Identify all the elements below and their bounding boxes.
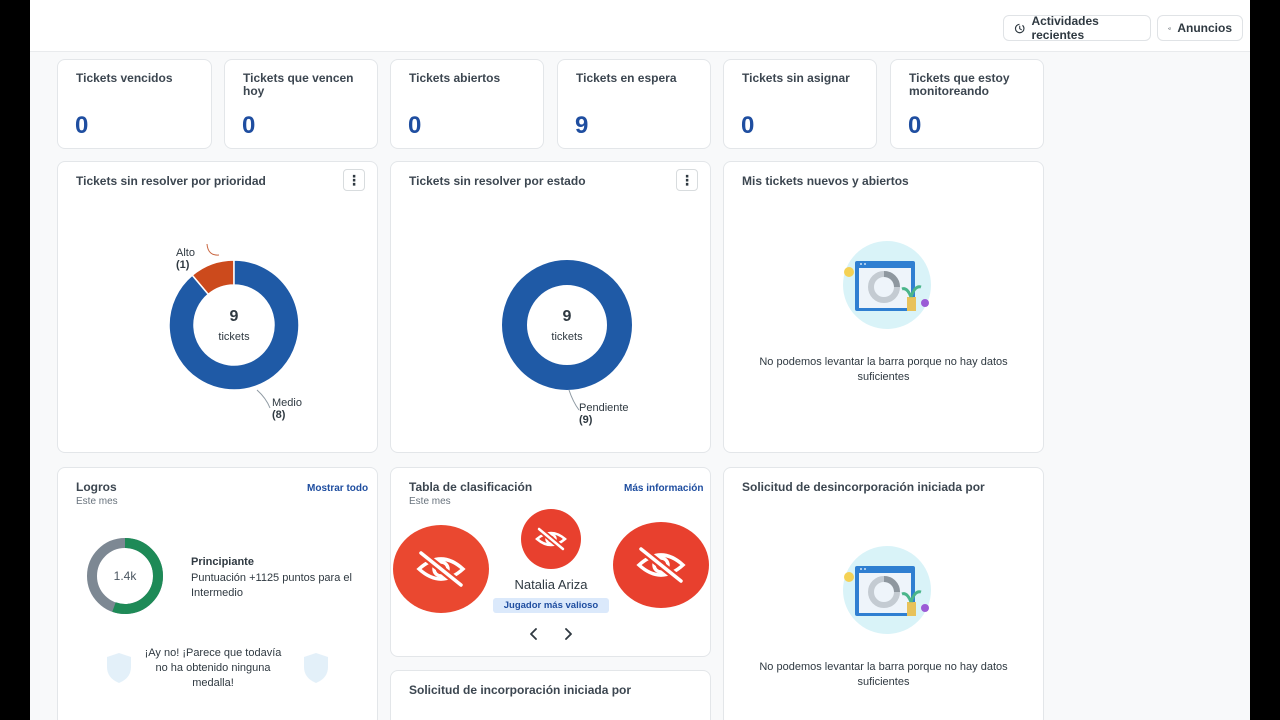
label-high: Alto (1) [176,247,195,271]
empty-line: suficientes [857,371,910,383]
kpi-value: 0 [908,112,922,139]
slice-label: Alto [176,247,195,259]
kpi-value: 0 [75,112,89,139]
announcements-label: Anuncios [1177,21,1232,35]
slice-count: (9) [579,414,593,426]
my-tickets-card: Mis tickets nuevos y abiertos No podemos… [723,161,1044,453]
priority-donut: 9 tickets [168,243,300,409]
show-all-link[interactable]: Mostrar todo [307,483,368,494]
card-title: Solicitud de incorporación iniciada por [409,683,632,697]
kpi-value: 9 [575,112,589,139]
achievement-ring: 1.4k [87,538,163,614]
level-name: Principiante [191,556,254,568]
slice-label: Medio [272,397,302,409]
empty-chart-illustration [843,546,931,634]
medal-line: medalla! [192,677,234,689]
onboarding-card: Solicitud de incorporación iniciada por [390,670,711,720]
more-info-link[interactable]: Más información [624,483,703,494]
megaphone-icon [1168,26,1171,30]
slice-count: (1) [176,259,190,271]
chevron-right-icon[interactable] [562,627,574,641]
leaderboard-card: Tabla de clasificación Este mes Más info… [390,467,711,657]
player-name: Natalia Ariza [514,577,588,592]
history-icon [1014,23,1025,33]
points-line: Puntuación +1125 puntos para el [191,572,352,584]
top-bar: Actividades recientes Anuncios [30,0,1250,52]
kpi-on-hold-card[interactable]: Tickets en espera 9 [557,59,711,149]
kpi-monitoring-card[interactable]: Tickets que estoy monitoreando 0 [890,59,1044,149]
kpi-label: Tickets en espera [576,71,677,85]
status-donut: 9 tickets [502,260,632,411]
kpi-label: Tickets abiertos [409,71,501,85]
kpi-label: Tickets que vencen hoy [243,71,354,98]
donut-slice-pendiente[interactable] [502,260,632,390]
mvp-badge: Jugador más valioso [493,598,609,613]
shield-icon [304,653,328,683]
label-pending: Pendiente (9) [579,402,629,426]
points-line: Intermedio [191,587,243,599]
announcements-button[interactable]: Anuncios [1157,15,1243,41]
kpi-value: 0 [741,112,755,139]
donut-center-value: 9 [230,308,239,325]
achievements-card: Logros Este mes Mostrar todo 1.4k Princi… [57,467,378,720]
donut-center-unit: tickets [551,331,583,343]
empty-state-message: No podemos levantar la barra porque no h… [744,660,1023,690]
shield-icon [107,653,131,683]
eye-off-icon [521,509,581,569]
empty-state-message: No podemos levantar la barra porque no h… [744,355,1023,385]
offboarding-card: Solicitud de desincorporación iniciada p… [723,467,1044,720]
kpi-overdue-card[interactable]: Tickets vencidos 0 [57,59,212,149]
empty-line: suficientes [857,676,910,688]
card-title: Mis tickets nuevos y abiertos [742,174,909,188]
no-medals-message: ¡Ay no! ¡Parece que todavía no ha obteni… [138,646,288,691]
kpi-label: Tickets que estoy monitoreando [909,71,1010,98]
label-medium: Medio (8) [272,397,302,421]
slice-label: Pendiente [579,402,629,414]
status-chart-card: Tickets sin resolver por estado ⋮ 9 tick… [390,161,711,453]
app-viewport: Actividades recientes Anuncios Tickets v… [30,0,1250,720]
card-title: Logros [76,480,117,494]
kpi-label: Tickets sin asignar [742,71,850,85]
donut-center-value: 9 [563,308,572,325]
chevron-left-icon[interactable] [528,627,540,641]
empty-chart-illustration [843,241,931,329]
kpi-unassigned-card[interactable]: Tickets sin asignar 0 [723,59,877,149]
card-subtitle: Este mes [409,496,451,507]
medal-line: no ha obtenido ninguna [155,662,271,674]
priority-chart-card: Tickets sin resolver por prioridad ⋮ 9 t… [57,161,378,453]
empty-line: No podemos levantar la barra porque no h… [759,661,1008,673]
recent-activities-button[interactable]: Actividades recientes [1003,14,1151,42]
eye-off-icon [613,522,709,608]
card-title: Tabla de clasificación [409,480,533,494]
empty-line: No podemos levantar la barra porque no h… [759,356,1008,368]
kpi-value: 0 [408,112,422,139]
kpi-due-today-card[interactable]: Tickets que vencen hoy 0 [224,59,378,149]
kpi-label: Tickets vencidos [76,71,173,85]
donut-slice-medio[interactable] [168,259,300,391]
kpi-open-card[interactable]: Tickets abiertos 0 [390,59,544,149]
card-title: Solicitud de desincorporación iniciada p… [742,480,985,494]
donut-center-unit: tickets [218,331,250,343]
kpi-value: 0 [242,112,256,139]
eye-off-icon [393,525,489,613]
ring-value: 1.4k [114,569,138,583]
points-text: Puntuación +1125 puntos para el Intermed… [191,571,352,601]
slice-count: (8) [272,409,286,421]
medal-line: ¡Ay no! ¡Parece que todavía [144,647,282,659]
recent-activities-label: Actividades recientes [1031,14,1099,42]
card-subtitle: Este mes [76,496,118,507]
